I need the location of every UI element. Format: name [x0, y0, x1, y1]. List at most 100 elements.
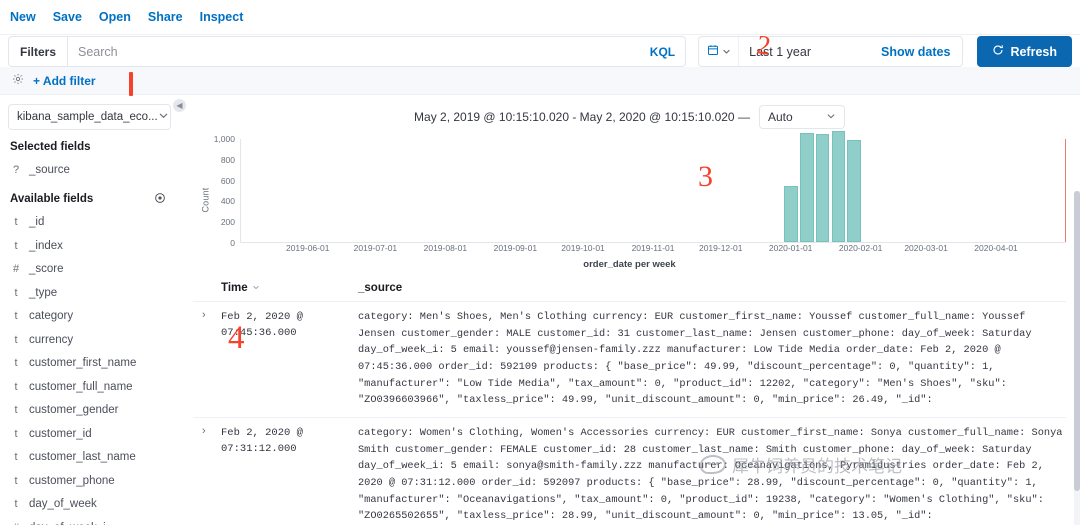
index-pattern-value: kibana_sample_data_eco...	[17, 111, 158, 123]
field-type-icon: t	[14, 474, 18, 487]
field-sidebar: kibana_sample_data_eco... Selected field…	[0, 95, 179, 525]
field-type-icon: t	[14, 380, 18, 393]
field-name: customer_phone	[29, 474, 115, 487]
x-tick-label: 2019-07-01	[353, 243, 398, 253]
field-row-_index[interactable]: t _index	[8, 234, 171, 258]
calendar-dropdown-button[interactable]	[699, 37, 740, 66]
field-row-currency[interactable]: t currency	[8, 328, 171, 352]
now-marker-line	[1064, 139, 1066, 242]
vertical-scrollbar[interactable]	[1074, 191, 1080, 525]
x-tick-label: 2019-12-01	[698, 243, 743, 253]
chart-header: May 2, 2019 @ 10:15:10.020 - May 2, 2020…	[179, 95, 1080, 135]
histogram-bar[interactable]	[800, 132, 814, 242]
filters-button[interactable]: Filters	[8, 36, 68, 67]
histogram-bar[interactable]	[815, 133, 830, 242]
chevron-down-icon	[722, 45, 731, 59]
histogram-bar[interactable]	[784, 186, 798, 242]
field-type-icon: t	[14, 333, 18, 346]
show-dates-button[interactable]: Show dates	[821, 45, 962, 59]
doc-source: category: Men's Shoes, Men's Clothing cu…	[358, 311, 1032, 407]
field-row-_type[interactable]: t _type	[8, 281, 171, 305]
field-name: _id	[29, 216, 45, 229]
doc-timestamp: Feb 2, 2020 @ 07:31:12.000	[221, 427, 303, 456]
field-row-customer_id[interactable]: t customer_id	[8, 422, 171, 446]
histogram-chart[interactable]: Count 0 200 400 600 800 1,000 2019-06-01 2019-…	[193, 131, 1066, 261]
table-header-time[interactable]: Time	[221, 282, 358, 294]
field-type-icon: #	[12, 263, 20, 276]
table-row[interactable]: › Feb 2, 2020 @ 07:45:36.000 category: M…	[193, 302, 1066, 419]
field-name: _score	[29, 263, 64, 276]
field-name: customer_last_name	[29, 451, 136, 464]
field-row-customer_last_name[interactable]: t customer_last_name	[8, 446, 171, 470]
histogram-bar[interactable]	[847, 140, 862, 242]
kibana-discover-app: New Save Open Share Inspect Filters KQL	[0, 0, 1080, 525]
field-row-day_of_week_i[interactable]: #day_of_week_i	[8, 516, 171, 525]
x-tick-label: 2020-01-01	[768, 243, 813, 253]
time-range-title: May 2, 2019 @ 10:15:10.020 - May 2, 2020…	[414, 110, 750, 124]
doc-timestamp: Feb 2, 2020 @ 07:45:36.000	[221, 311, 303, 340]
menu-item-share[interactable]: Share	[148, 10, 183, 24]
field-type-icon: t	[14, 498, 18, 511]
calendar-icon	[707, 44, 719, 59]
field-type-icon: t	[14, 310, 18, 323]
refresh-icon	[992, 44, 1004, 59]
y-tick-label: 1,000	[213, 134, 235, 144]
kql-toggle-button[interactable]: KQL	[642, 45, 675, 59]
y-axis-ticks: 0 200 400 600 800 1,000	[204, 134, 238, 248]
field-row-day_of_week[interactable]: t day_of_week	[8, 493, 171, 517]
table-row[interactable]: › Feb 2, 2020 @ 07:31:12.000 category: W…	[193, 418, 1066, 525]
discover-main-panel: ◀ May 2, 2019 @ 10:15:10.020 - May 2, 20…	[173, 95, 1080, 525]
field-type-icon: t	[14, 286, 18, 299]
field-row-source[interactable]: ? _source	[8, 158, 171, 182]
field-name: currency	[29, 333, 74, 346]
field-type-icon: t	[14, 451, 18, 464]
menu-item-save[interactable]: Save	[53, 10, 82, 24]
field-row-customer_first_name[interactable]: t customer_first_name	[8, 352, 171, 376]
top-menu-bar: New Save Open Share Inspect	[0, 0, 1080, 35]
scrollbar-thumb[interactable]	[1074, 191, 1080, 491]
field-type-icon: ?	[12, 163, 20, 176]
chevron-right-icon[interactable]: ›	[193, 425, 221, 525]
gear-icon[interactable]	[12, 73, 24, 88]
field-name: customer_first_name	[29, 357, 137, 370]
field-name: _source	[29, 163, 70, 176]
chevron-down-icon	[826, 110, 836, 124]
add-filter-button[interactable]: + Add filter	[33, 74, 96, 88]
refresh-button[interactable]: Refresh	[977, 36, 1072, 67]
search-input[interactable]	[78, 44, 642, 59]
y-tick-label: 200	[220, 217, 235, 228]
field-row-customer_phone[interactable]: t customer_phone	[8, 469, 171, 493]
selected-fields-title: Selected fields	[10, 141, 91, 153]
gear-icon[interactable]	[155, 192, 165, 206]
field-type-icon: t	[14, 239, 18, 252]
date-range-value[interactable]: Last 1 year	[739, 45, 821, 59]
y-tick-label: 600	[220, 175, 235, 186]
menu-item-open[interactable]: Open	[99, 10, 131, 24]
histogram-bar[interactable]	[831, 131, 846, 242]
chevron-left-icon[interactable]: ◀	[173, 99, 186, 112]
table-body: › Feb 2, 2020 @ 07:45:36.000 category: M…	[193, 302, 1066, 525]
chart-plot-area	[240, 131, 1066, 243]
field-name: _index	[29, 239, 63, 252]
interval-select[interactable]: Auto	[758, 105, 845, 129]
menu-item-inspect[interactable]: Inspect	[200, 10, 244, 24]
filter-bar: + Add filter	[0, 67, 1080, 95]
field-name: day_of_week	[29, 498, 97, 511]
field-row-customer_full_name[interactable]: t customer_full_name	[8, 375, 171, 399]
field-row-customer_gender[interactable]: t customer_gender	[8, 399, 171, 423]
date-picker: Last 1 year Show dates	[698, 36, 964, 67]
x-tick-label: 2019-06-01	[285, 243, 330, 253]
field-row-category[interactable]: t category	[8, 305, 171, 329]
chevron-right-icon[interactable]: ›	[193, 309, 221, 409]
x-axis-ticks: 2019-06-01 2019-07-01 2019-08-01 2019-09-01…	[240, 243, 1066, 259]
available-fields-title: Available fields	[10, 192, 171, 206]
field-row-_id[interactable]: t _id	[8, 211, 171, 235]
field-name: customer_id	[29, 427, 92, 440]
menu-item-new[interactable]: New	[10, 10, 36, 24]
field-row-_score[interactable]: # _score	[8, 258, 171, 282]
x-tick-label: 2020-03-01	[904, 243, 948, 253]
index-pattern-select[interactable]: kibana_sample_data_eco...	[8, 104, 171, 130]
field-type-icon: t	[14, 404, 18, 417]
x-tick-label: 2019-08-01	[423, 243, 468, 253]
sort-icon[interactable]	[252, 282, 260, 294]
